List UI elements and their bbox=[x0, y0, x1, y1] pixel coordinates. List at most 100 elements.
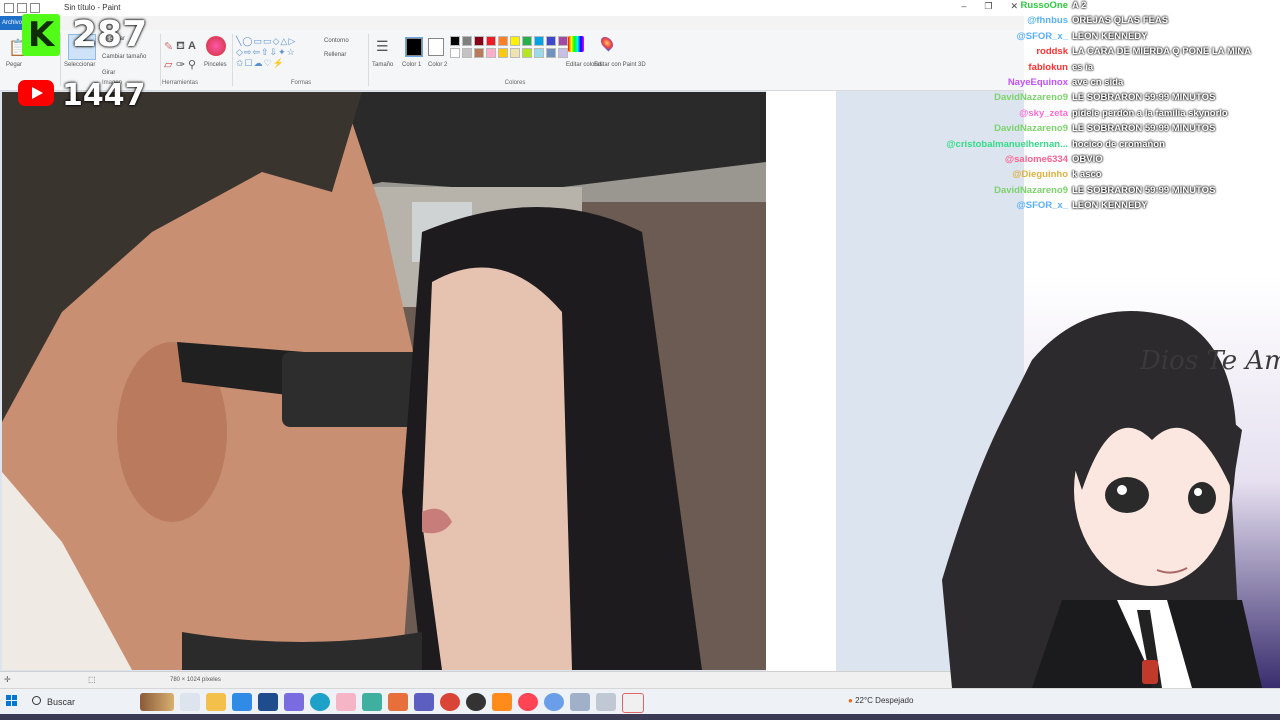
file-explorer-icon[interactable] bbox=[206, 693, 226, 711]
tools-group: ✎ ⛾ A ▱ ✑ ⚲ Herramientas bbox=[160, 32, 200, 88]
app-icon[interactable] bbox=[492, 693, 512, 711]
palette-swatch[interactable] bbox=[498, 48, 508, 58]
firefox-icon[interactable] bbox=[388, 693, 408, 711]
chat-text: LE SOBRARON 59:99 MINUTOS bbox=[1072, 92, 1216, 104]
chat-text: OBVIO bbox=[1072, 154, 1103, 165]
fill-label[interactable]: Rellenar bbox=[324, 52, 346, 58]
chat-username: DavidNazareno9 bbox=[994, 184, 1068, 196]
chat-username: @Dieguinho bbox=[1012, 169, 1068, 181]
palette-swatch[interactable] bbox=[558, 36, 568, 46]
palette-swatch[interactable] bbox=[450, 36, 460, 46]
color1-label[interactable]: Color 1 bbox=[402, 62, 421, 68]
shapes-gallery-icon[interactable]: ╲◯▭▭◇△▷ ◇⇨⇦⇧⇩✦☆ ✩☐☁♡⚡ bbox=[236, 36, 316, 69]
chrome-icon[interactable] bbox=[440, 693, 460, 711]
chat-message: @salome6334 OBVIO bbox=[920, 154, 1280, 169]
brush-icon[interactable] bbox=[206, 36, 226, 56]
search-icon bbox=[32, 696, 41, 705]
pencil-icon[interactable]: ✎ bbox=[164, 40, 173, 53]
chat-message: @Dieguinho k asco bbox=[920, 169, 1280, 184]
palette-swatch[interactable] bbox=[474, 36, 484, 46]
size-icon[interactable]: ☰ bbox=[376, 38, 389, 55]
chat-username: @SFOR_x_ bbox=[1016, 200, 1068, 212]
palette-swatch[interactable] bbox=[558, 48, 568, 58]
undo-icon[interactable] bbox=[17, 3, 27, 13]
windows-start-icon[interactable] bbox=[6, 695, 18, 707]
widgets-icon[interactable] bbox=[140, 693, 174, 711]
paint-icon[interactable] bbox=[622, 693, 644, 713]
window-title: Sin título - Paint bbox=[64, 3, 121, 12]
app-icon[interactable] bbox=[596, 693, 616, 711]
fill-bucket-icon[interactable]: ⛾ bbox=[176, 40, 185, 54]
chat-text: LEON KENNEDY bbox=[1072, 200, 1148, 212]
edge-icon[interactable] bbox=[310, 693, 330, 711]
palette-swatch[interactable] bbox=[486, 36, 496, 46]
app-icon[interactable] bbox=[284, 693, 304, 711]
paint3d-icon[interactable] bbox=[598, 34, 616, 52]
color-picker-icon[interactable]: ✑ bbox=[176, 58, 185, 71]
paste-label[interactable]: Pegar bbox=[6, 62, 22, 68]
color2-swatch[interactable] bbox=[428, 38, 444, 56]
chat-username: @sky_zeta bbox=[1019, 107, 1068, 119]
app-icon[interactable] bbox=[362, 693, 382, 711]
obs-icon[interactable] bbox=[466, 693, 486, 711]
chat-username: NayeEquinox bbox=[1007, 77, 1068, 88]
app-icon[interactable] bbox=[544, 693, 564, 711]
select-label[interactable]: Seleccionar bbox=[64, 62, 95, 68]
palette-swatch[interactable] bbox=[474, 48, 484, 58]
palette-swatch[interactable] bbox=[462, 48, 472, 58]
chat-username: @fhnbus bbox=[1027, 15, 1068, 27]
size-label[interactable]: Tamaño bbox=[372, 62, 393, 68]
brushes-label[interactable]: Pinceles bbox=[204, 62, 227, 68]
image-dimensions: 780 × 1024 píxeles bbox=[170, 677, 221, 683]
edit-colors-icon[interactable] bbox=[568, 36, 584, 52]
palette-swatch[interactable] bbox=[534, 36, 544, 46]
opera-icon[interactable] bbox=[518, 693, 538, 711]
palette-swatch[interactable] bbox=[498, 36, 508, 46]
redo-icon[interactable] bbox=[30, 3, 40, 13]
outline-label[interactable]: Contorno bbox=[324, 38, 349, 44]
palette-swatch[interactable] bbox=[450, 48, 460, 58]
vtuber-avatar bbox=[912, 280, 1280, 688]
rotate-label[interactable]: Girar bbox=[102, 70, 115, 76]
file-tab[interactable]: Archivo bbox=[0, 16, 24, 30]
palette-swatch[interactable] bbox=[546, 48, 556, 58]
taskbar-search[interactable]: Buscar bbox=[28, 693, 128, 711]
ribbon-separator bbox=[232, 34, 233, 86]
eraser-icon[interactable]: ▱ bbox=[164, 58, 172, 71]
kick-logo-icon: K bbox=[22, 14, 60, 56]
save-icon[interactable] bbox=[4, 3, 14, 13]
text-icon[interactable]: A bbox=[188, 40, 196, 52]
brushes-group: Pinceles bbox=[202, 32, 232, 88]
vlc-icon[interactable] bbox=[414, 693, 434, 711]
quick-access-toolbar bbox=[4, 3, 40, 13]
ribbon-separator bbox=[60, 34, 61, 86]
tools-group-label: Herramientas bbox=[161, 80, 198, 86]
magnifier-icon[interactable]: ⚲ bbox=[188, 58, 196, 71]
palette-swatch[interactable] bbox=[546, 36, 556, 46]
chat-text: es ia bbox=[1072, 61, 1094, 73]
task-view-icon[interactable] bbox=[180, 693, 200, 711]
chat-text: LA CARA DE MIERDA Q PONE LA MINA bbox=[1072, 46, 1252, 58]
palette-swatch[interactable] bbox=[510, 36, 520, 46]
app-icon[interactable] bbox=[336, 693, 356, 711]
youtube-logo-icon bbox=[18, 80, 54, 106]
chat-message: @fhnbus OREJAS QLAS FEAS bbox=[920, 15, 1280, 30]
palette-swatch[interactable] bbox=[486, 48, 496, 58]
app-icon[interactable] bbox=[570, 693, 590, 711]
app-v-icon[interactable] bbox=[258, 693, 278, 711]
palette-swatch[interactable] bbox=[522, 36, 532, 46]
pasted-photo[interactable] bbox=[2, 92, 766, 670]
chat-text: hocico de cromañon bbox=[1072, 138, 1165, 150]
youtube-viewer-count: 1447 bbox=[62, 78, 146, 113]
palette-swatch[interactable] bbox=[462, 36, 472, 46]
weather-widget[interactable]: ● 22°C Despejado bbox=[848, 696, 913, 705]
palette-swatch[interactable] bbox=[534, 48, 544, 58]
store-icon[interactable] bbox=[232, 693, 252, 711]
palette-swatch[interactable] bbox=[522, 48, 532, 58]
chat-message: DavidNazareno9 LE SOBRARON 59:99 MINUTOS bbox=[920, 92, 1280, 107]
edit-paint3d-label[interactable]: Editar con Paint 3D bbox=[594, 62, 646, 68]
color1-swatch[interactable] bbox=[405, 37, 423, 57]
color2-label[interactable]: Color 2 bbox=[428, 62, 447, 68]
chat-text: LEON KENNEDY bbox=[1072, 30, 1148, 42]
palette-swatch[interactable] bbox=[510, 48, 520, 58]
